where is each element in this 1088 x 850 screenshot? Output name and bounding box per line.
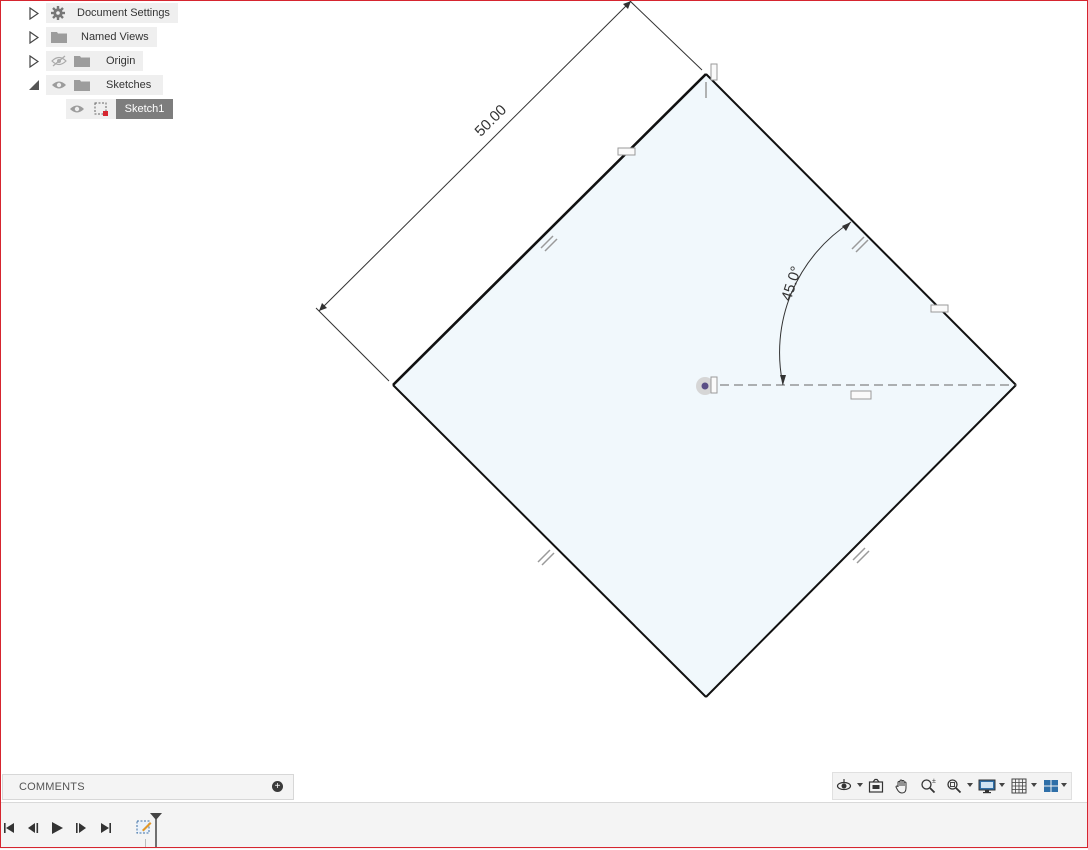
orbit-dropdown-icon[interactable]	[857, 783, 863, 787]
viewports-dropdown-icon[interactable]	[1061, 783, 1067, 787]
comments-label: COMMENTS	[19, 781, 85, 793]
svg-text:±: ±	[932, 778, 936, 785]
go-to-end-icon[interactable]	[97, 819, 115, 837]
equal-constraint-icon[interactable]	[930, 304, 949, 313]
folder-icon	[74, 55, 90, 67]
browser-item-origin[interactable]: Origin	[46, 51, 143, 71]
equal-constraint-icon[interactable]	[617, 147, 636, 156]
grid-dropdown-icon[interactable]	[1031, 783, 1037, 787]
horizontal-constraint-icon[interactable]	[850, 390, 872, 400]
collapse-arrow-icon[interactable]	[28, 78, 40, 92]
coincident-constraint-icon[interactable]	[710, 63, 718, 81]
browser-item-sketches[interactable]: Sketches	[46, 75, 163, 95]
browser-item-sketch1[interactable]: Sketch1	[116, 99, 173, 119]
step-back-icon[interactable]	[24, 819, 42, 837]
coincident-constraint-icon[interactable]	[710, 376, 718, 394]
length-dimension-text[interactable]: 50.00	[472, 102, 511, 141]
step-forward-icon[interactable]	[72, 819, 90, 837]
expand-arrow-icon[interactable]	[28, 30, 40, 44]
extension-line-end	[629, 0, 703, 71]
parallel-constraint-icon[interactable]	[537, 549, 555, 566]
pan-hand-icon[interactable]	[893, 776, 911, 796]
look-at-icon[interactable]	[867, 776, 885, 796]
display-settings-icon[interactable]	[977, 776, 997, 796]
timeline-bar	[0, 802, 1088, 849]
extension-line-start	[315, 307, 390, 382]
browser-item-named-views[interactable]: Named Views	[46, 27, 157, 47]
orbit-icon[interactable]	[835, 776, 853, 796]
zoom-dropdown-icon[interactable]	[967, 783, 973, 787]
timeline-tick	[145, 839, 146, 847]
play-icon[interactable]	[48, 819, 66, 837]
browser-item-label: Sketches	[106, 79, 152, 91]
grid-settings-icon[interactable]	[1009, 776, 1029, 796]
folder-icon	[74, 79, 90, 91]
expand-arrow-icon[interactable]	[28, 6, 40, 20]
timeline-marker-icon[interactable]	[149, 812, 163, 847]
browser-item-label: Named Views	[81, 31, 149, 43]
plus-circle-icon[interactable]: +	[272, 781, 283, 792]
expand-arrow-icon[interactable]	[28, 54, 40, 68]
browser-item-document-settings[interactable]: Document Settings	[46, 3, 178, 23]
sketch-icon	[93, 101, 109, 117]
eye-icon[interactable]	[69, 103, 85, 115]
browser-item-sketch1-controls[interactable]	[66, 99, 116, 119]
viewports-icon[interactable]	[1041, 776, 1061, 796]
hidden-eye-icon[interactable]	[51, 55, 67, 67]
center-point[interactable]	[701, 382, 709, 390]
fit-icon[interactable]	[945, 776, 963, 796]
folder-icon	[51, 31, 67, 43]
gear-icon	[51, 6, 65, 20]
go-to-start-icon[interactable]	[0, 819, 18, 837]
parallel-constraint-icon[interactable]	[852, 547, 870, 564]
comments-panel[interactable]: COMMENTS +	[2, 774, 294, 800]
navigation-toolbar: ±	[832, 772, 1072, 800]
display-dropdown-icon[interactable]	[999, 783, 1005, 787]
eye-icon[interactable]	[51, 79, 67, 91]
zoom-icon[interactable]: ±	[919, 776, 937, 796]
browser-item-label: Document Settings	[77, 7, 170, 19]
browser-item-label: Origin	[106, 55, 136, 67]
